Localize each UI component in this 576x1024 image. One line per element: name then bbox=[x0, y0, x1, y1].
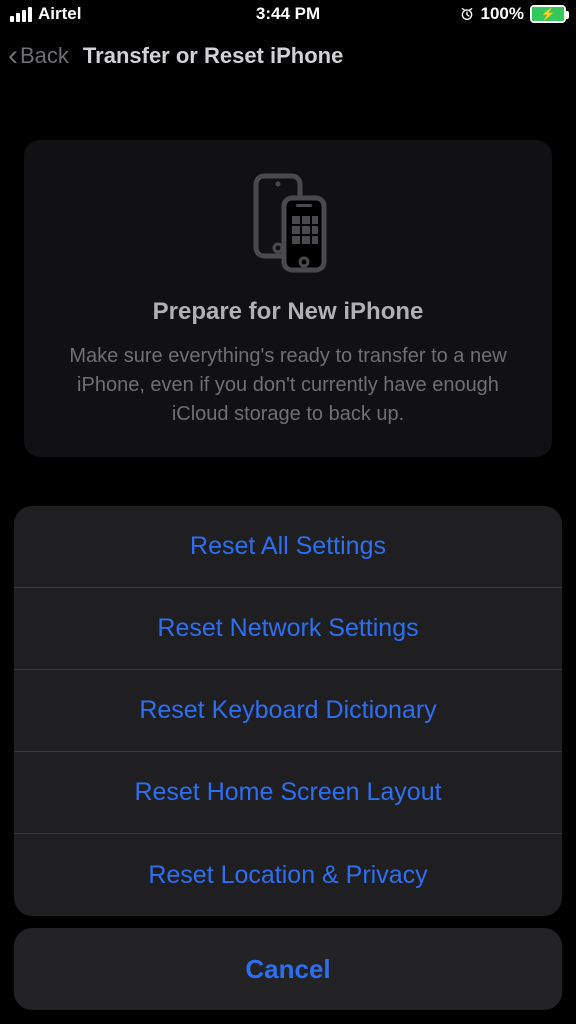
cancel-button[interactable]: Cancel bbox=[14, 928, 562, 1010]
status-bar: Airtel 3:44 PM 100% ⚡ bbox=[0, 0, 576, 28]
card-title: Prepare for New iPhone bbox=[50, 298, 526, 326]
alarm-icon bbox=[459, 6, 475, 22]
card-description: Make sure everything's ready to transfer… bbox=[50, 342, 526, 429]
page-title: Transfer or Reset iPhone bbox=[83, 43, 343, 69]
battery-icon: ⚡ bbox=[530, 5, 566, 23]
carrier-label: Airtel bbox=[38, 4, 81, 24]
signal-icon bbox=[10, 7, 32, 22]
charging-icon: ⚡ bbox=[541, 8, 556, 20]
reset-network-settings-button[interactable]: Reset Network Settings bbox=[14, 588, 562, 670]
reset-action-sheet: Reset All Settings Reset Network Setting… bbox=[14, 506, 562, 1010]
status-time: 3:44 PM bbox=[256, 4, 320, 24]
nav-bar: ‹ Back Transfer or Reset iPhone bbox=[0, 28, 576, 84]
reset-location-privacy-button[interactable]: Reset Location & Privacy bbox=[14, 834, 562, 916]
back-button[interactable]: ‹ Back bbox=[8, 41, 69, 71]
reset-all-settings-button[interactable]: Reset All Settings bbox=[14, 506, 562, 588]
sheet-options-group: Reset All Settings Reset Network Setting… bbox=[14, 506, 562, 916]
reset-keyboard-dictionary-button[interactable]: Reset Keyboard Dictionary bbox=[14, 670, 562, 752]
battery-percent: 100% bbox=[481, 4, 524, 24]
phones-icon bbox=[50, 170, 526, 280]
chevron-left-icon: ‹ bbox=[8, 41, 18, 71]
reset-home-screen-layout-button[interactable]: Reset Home Screen Layout bbox=[14, 752, 562, 834]
status-right: 100% ⚡ bbox=[459, 4, 566, 24]
status-left: Airtel bbox=[10, 4, 81, 24]
back-label: Back bbox=[20, 43, 69, 69]
prepare-card: Prepare for New iPhone Make sure everyth… bbox=[24, 140, 552, 457]
